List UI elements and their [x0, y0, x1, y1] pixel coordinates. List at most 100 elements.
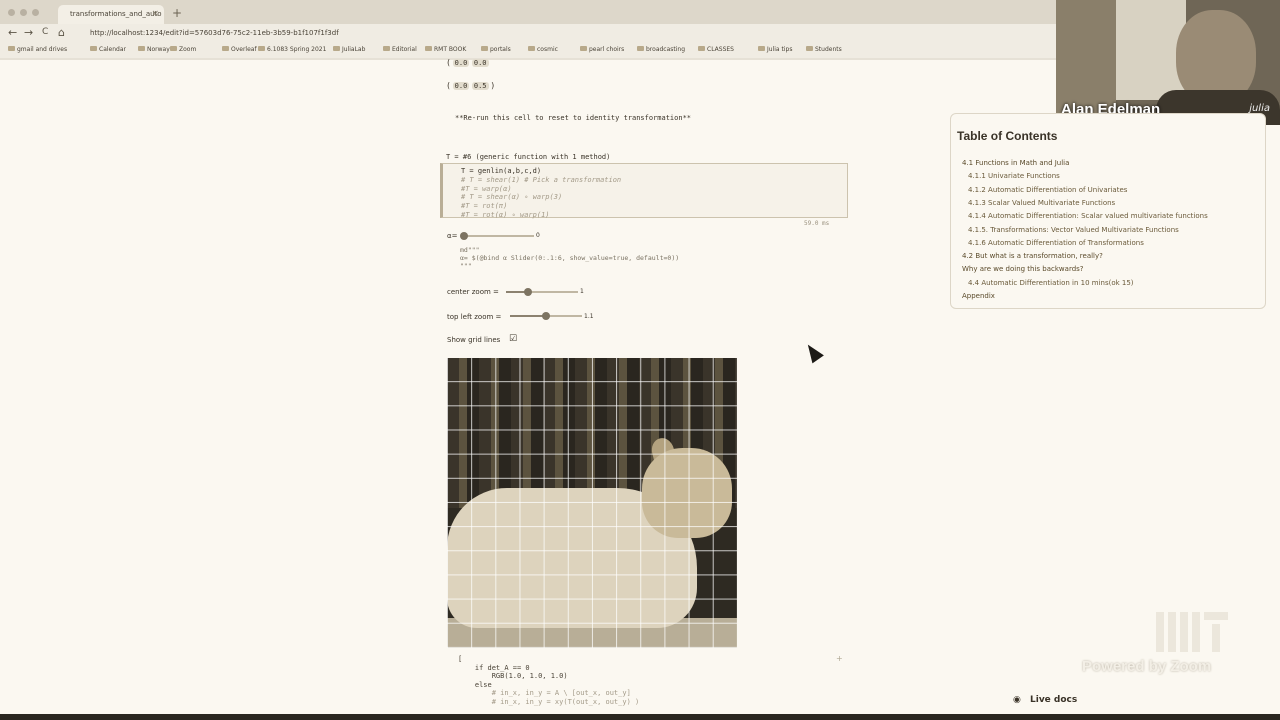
address-bar[interactable]: http://localhost:1234/edit?id=57603d76-7… [78, 26, 1038, 41]
tab-bar: transformations_and_auto × + [0, 0, 1056, 24]
zoom-watermark: Powered by Zoom [1082, 658, 1212, 675]
bookmark-item[interactable]: Norway [138, 46, 170, 53]
bookmark-item[interactable]: CLASSES [698, 46, 734, 53]
code-line: """ [460, 262, 472, 270]
top-left-zoom-slider[interactable] [510, 312, 582, 320]
bookmark-item[interactable]: gmail and drives [8, 46, 67, 53]
code-line: else [458, 680, 492, 689]
taskbar [0, 714, 1280, 720]
corgi-image [447, 358, 737, 648]
live-docs-button[interactable]: ◉ Live docs [1010, 690, 1246, 710]
code-line: # T = shear(1) # Pick a transformation [461, 175, 622, 184]
bookmark-item[interactable]: Editorial [383, 46, 417, 53]
reload-icon[interactable]: C [42, 27, 48, 37]
code-line: # in_x, in_y = A \ [out_x, out_y] [458, 689, 631, 697]
toc-item[interactable]: 4.1.5. Transformations: Vector Valued Mu… [968, 226, 1179, 234]
bookmark-item[interactable]: RMT BOOK [425, 46, 466, 53]
tab-title: transformations_and_auto [70, 10, 162, 18]
browser-chrome: transformations_and_auto × + ← → C ⌂ htt… [0, 0, 1056, 60]
live-docs-icon: ◉ [1013, 695, 1021, 705]
bookmark-item[interactable]: broadcasting [637, 46, 685, 53]
top-left-zoom-thumb[interactable] [542, 312, 550, 320]
toc-item[interactable]: 4.1.4 Automatic Differentiation: Scalar … [968, 212, 1208, 220]
forward-icon[interactable]: → [24, 26, 33, 39]
code-line: #T = rot(π) [461, 202, 508, 211]
alpha-slider[interactable] [460, 232, 534, 240]
center-zoom-thumb[interactable] [523, 288, 532, 296]
code-line: [ [458, 655, 463, 663]
toc-item[interactable]: 4.1 Functions in Math and Julia [962, 159, 1069, 167]
code-line: T = genlin(a,b,c,d) [461, 167, 542, 175]
matrix-cell: 0.0 [452, 82, 470, 90]
tab-close-icon[interactable]: × [151, 5, 159, 24]
toc-item[interactable]: 4.1.3 Scalar Valued Multivariate Functio… [968, 199, 1115, 207]
matrix-cell: 0.0 [471, 59, 489, 67]
code-cell[interactable]: T = genlin(a,b,c,d) # T = shear(1) # Pic… [440, 163, 848, 219]
code-line: RGB(1.0, 1.0, 1.0) [458, 672, 568, 680]
alpha-slider-thumb[interactable] [460, 232, 468, 240]
alpha-label: α= [447, 232, 458, 240]
bookmark-item[interactable]: pearl choirs [580, 46, 624, 53]
back-icon[interactable]: ← [8, 26, 17, 39]
bookmark-item[interactable]: JuliaLab [333, 46, 365, 53]
browser-tab[interactable]: transformations_and_auto × [58, 5, 164, 24]
bracket-open: ( [447, 58, 451, 67]
bookmarks-bar: gmail and drives Calendar Norway Zoom Overle… [0, 43, 1056, 58]
mit-logo [1156, 612, 1228, 652]
show-grid-label: Show grid lines [447, 336, 501, 344]
code-line: #T = warp(α) [461, 184, 512, 193]
home-icon[interactable]: ⌂ [58, 26, 65, 39]
matrix-cell: 0.5 [471, 82, 489, 90]
bookmark-item[interactable]: portals [481, 46, 511, 53]
mouse-cursor-icon [802, 340, 824, 364]
maximize-window-icon[interactable] [32, 9, 39, 16]
cell-output: T = #6 (generic function with 1 method) [446, 153, 611, 161]
bookmark-item[interactable]: Overleaf [222, 46, 257, 53]
code-line: α= $(@bind α Slider(0:.1:6, show_value=t… [460, 254, 680, 262]
bookmark-item[interactable]: Students [806, 46, 842, 53]
toc-item[interactable]: 4.4 Automatic Differentiation in 10 mins… [968, 279, 1134, 287]
run-timing: 59.0 ms [804, 220, 830, 227]
matrix-output-row2: ( 0.0 0.5 ) [447, 81, 494, 90]
matrix-cell: 0.0 [452, 59, 470, 67]
rerun-note: **Re-run this cell to reset to identity … [455, 114, 692, 122]
table-of-contents: Table of Contents 4.1 Functions in Math … [950, 113, 1266, 309]
code-line: # in_x, in_y = xy(T(out_x, out_y) ) [458, 697, 640, 706]
center-zoom-slider[interactable] [506, 288, 578, 296]
close-window-icon[interactable] [8, 9, 15, 16]
bracket-close: ) [491, 81, 495, 90]
webcam-video: Alan Edelman julia [1056, 0, 1280, 125]
live-docs-label: Live docs [1030, 695, 1078, 705]
bookmark-item[interactable]: Zoom [170, 46, 196, 53]
top-left-zoom-value: 1.1 [584, 313, 594, 320]
bottom-code-cell[interactable]: [ if det_A == 0 RGB(1.0, 1.0, 1.0) else … [458, 655, 639, 706]
bookmark-item[interactable]: Calendar [90, 46, 126, 53]
new-tab-button[interactable]: + [172, 6, 182, 20]
matrix-output-row1: ( 0.0 0.0 [447, 58, 489, 67]
toc-title: Table of Contents [957, 129, 1058, 143]
toc-item[interactable]: 4.1.1 Univariate Functions [968, 172, 1060, 180]
center-zoom-value: 1 [580, 288, 584, 295]
top-left-zoom-label: top left zoom = [447, 313, 502, 321]
bookmark-item[interactable]: Julia tips [758, 46, 792, 53]
toc-item[interactable]: 4.2 But what is a transformation, really… [962, 252, 1103, 260]
toc-item[interactable]: 4.1.6 Automatic Differentiation of Trans… [968, 239, 1144, 247]
grid-lines-overlay [447, 358, 737, 648]
toc-item[interactable]: Why are we doing this backwards? [962, 265, 1084, 273]
show-grid-checkbox[interactable]: ☑ [509, 334, 517, 344]
alpha-value: 0 [536, 232, 540, 239]
navigation-bar: ← → C ⌂ http://localhost:1234/edit?id=57… [0, 24, 1056, 43]
code-line: #T = rot(α) ∘ warp(1) [461, 210, 550, 219]
bookmark-item[interactable]: cosmic [528, 46, 558, 53]
bracket-open: ( [447, 81, 451, 90]
minimize-window-icon[interactable] [20, 9, 27, 16]
markdown-code[interactable]: md""" α= $(@bind α Slider(0:.1:6, show_v… [460, 246, 679, 270]
code-line: # T = shear(α) ∘ warp(3) [461, 193, 563, 202]
code-line: if det_A == 0 [458, 663, 530, 672]
toc-item[interactable]: Appendix [962, 292, 995, 300]
code-line: md""" [460, 246, 480, 254]
toc-item[interactable]: 4.1.2 Automatic Differentiation of Univa… [968, 186, 1127, 194]
bookmark-item[interactable]: 6.1083 Spring 2021 [258, 46, 326, 53]
top-left-zoom-fill [510, 315, 546, 317]
add-cell-button[interactable]: + [836, 654, 843, 663]
